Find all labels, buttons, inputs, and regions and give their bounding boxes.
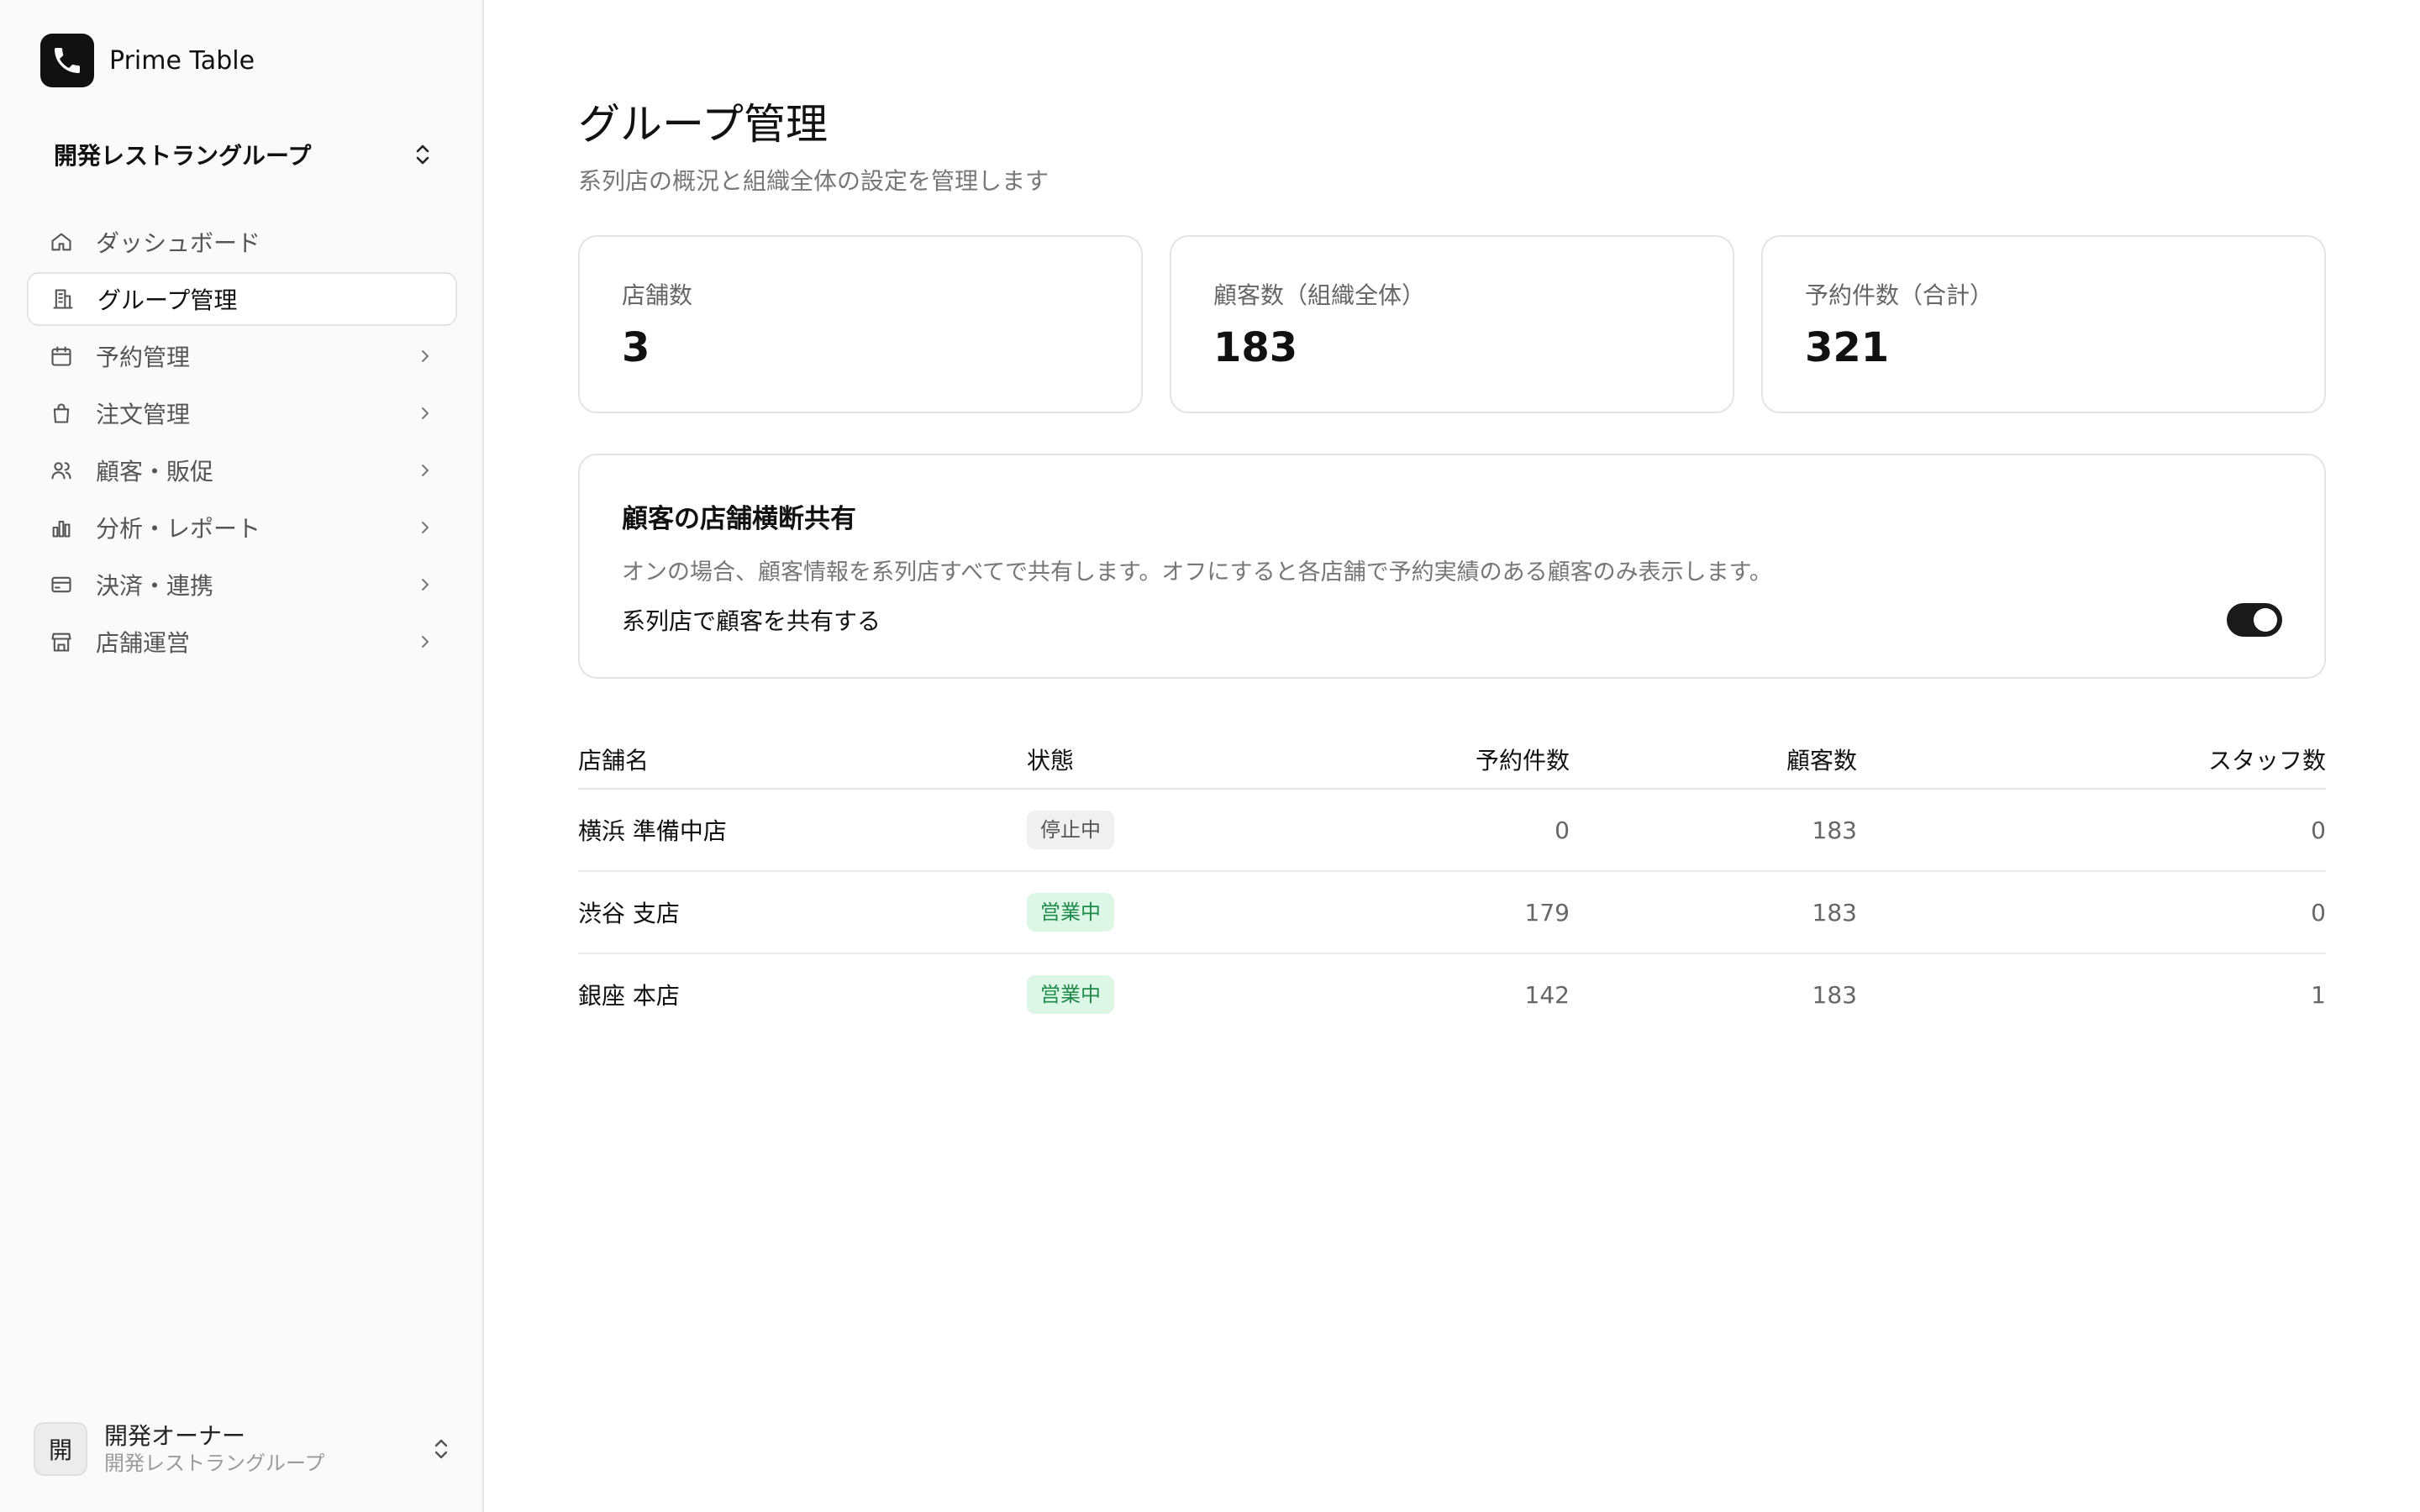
status-badge: 停止中 <box>1027 811 1114 849</box>
column-header-staff[interactable]: スタッフ数 <box>1857 743 2326 776</box>
chevron-right-icon <box>415 517 435 538</box>
brand-name: Prime Table <box>109 45 255 76</box>
sidebar-item-4[interactable]: 顧客・販促 <box>27 444 457 497</box>
chevron-right-icon <box>415 346 435 366</box>
store-icon <box>49 629 74 654</box>
chevrons-up-down-icon <box>410 138 435 171</box>
customer-sharing-toggle[interactable] <box>2227 603 2282 637</box>
customer-sharing-card: 顧客の店舗横断共有 オンの場合、顧客情報を系列店すべてで共有します。オフにすると… <box>578 454 2326 679</box>
sharing-title: 顧客の店舗横断共有 <box>622 504 856 534</box>
column-header-reservations[interactable]: 予約件数 <box>1329 743 1570 776</box>
main-content: グループ管理 系列店の概況と組織全体の設定を管理します 店舗数 3 顧客数（組織… <box>484 0 2420 1512</box>
table-row[interactable]: 渋谷 支店 営業中 179 183 0 <box>578 872 2326 954</box>
chevron-right-icon <box>415 460 435 480</box>
staff-cell: 1 <box>2311 980 2326 1009</box>
column-header-customers[interactable]: 顧客数 <box>1570 743 1857 776</box>
chevron-right-icon <box>415 575 435 595</box>
reservations-cell: 0 <box>1555 816 1570 844</box>
status-badge: 営業中 <box>1027 975 1114 1014</box>
customers-cell: 183 <box>1812 980 1857 1009</box>
sidebar-item-label: ダッシュボード <box>96 229 261 257</box>
column-header-status[interactable]: 状態 <box>1027 743 1329 776</box>
sidebar-item-label: 顧客・販促 <box>96 458 214 486</box>
sidebar-item-0[interactable]: ダッシュボード <box>27 215 457 269</box>
page-title: グループ管理 <box>578 100 828 149</box>
staff-cell: 0 <box>2311 898 2326 927</box>
table-row[interactable]: 横浜 準備中店 停止中 0 183 0 <box>578 790 2326 872</box>
user-menu[interactable]: 開 開発オーナー 開発レストラングループ <box>34 1420 454 1478</box>
stat-label: 顧客数（組織全体） <box>1213 281 1426 309</box>
sharing-row: 系列店で顧客を共有する <box>622 603 2282 637</box>
store-name-cell: 銀座 本店 <box>578 982 680 1010</box>
toggle-knob <box>2254 608 2277 632</box>
table-header: 店舗名 状態 予約件数 顧客数 スタッフ数 <box>578 731 2326 790</box>
user-info: 開発オーナー 開発レストラングループ <box>104 1422 429 1476</box>
shopping-bag-icon <box>49 401 74 426</box>
sidebar-item-label: 分析・レポート <box>96 515 261 543</box>
sidebar-nav: ダッシュボード グループ管理 予約管理注文管理顧客・販促分析・レポート 決済・連携店舗… <box>27 215 457 672</box>
user-org: 開発レストラングループ <box>104 1452 325 1475</box>
sidebar-item-label: グループ管理 <box>97 286 238 314</box>
sharing-toggle-label: 系列店で顧客を共有する <box>622 607 881 635</box>
sidebar: Prime Table 開発レストラングループ ダッシュボード グループ管理 予約管… <box>0 0 484 1512</box>
status-badge: 営業中 <box>1027 893 1114 932</box>
sidebar-item-label: 予約管理 <box>96 344 191 371</box>
status-cell: 停止中 <box>1027 811 1329 849</box>
sidebar-item-5[interactable]: 分析・レポート <box>27 501 457 554</box>
chevrons-up-down-icon <box>429 1432 454 1466</box>
bar-chart-icon <box>49 515 74 540</box>
customers-cell: 183 <box>1812 898 1857 927</box>
table-body: 横浜 準備中店 停止中 0 183 0 渋谷 支店 営業中 179 183 0 銀座 本店 営業中 14… <box>578 790 2326 1035</box>
home-icon <box>49 229 74 255</box>
phone-icon <box>40 34 94 87</box>
sidebar-item-6[interactable]: 決済・連携 <box>27 558 457 612</box>
reservations-cell: 142 <box>1524 980 1570 1009</box>
building-icon <box>50 286 76 312</box>
chevron-right-icon <box>415 403 435 423</box>
stat-value: 183 <box>1213 324 1298 371</box>
reservations-cell: 179 <box>1524 898 1570 927</box>
brand[interactable]: Prime Table <box>40 34 255 87</box>
page-subtitle: 系列店の概況と組織全体の設定を管理します <box>578 167 1050 195</box>
stat-label: 予約件数（合計） <box>1805 281 1994 309</box>
users-icon <box>49 458 74 483</box>
status-cell: 営業中 <box>1027 975 1329 1014</box>
user-name: 開発オーナー <box>104 1422 246 1450</box>
table-row[interactable]: 銀座 本店 営業中 142 183 1 <box>578 954 2326 1035</box>
sidebar-item-2[interactable]: 予約管理 <box>27 329 457 383</box>
chevron-right-icon <box>415 632 435 652</box>
stat-value: 3 <box>622 324 650 371</box>
store-name-cell: 渋谷 支店 <box>578 900 680 927</box>
stat-card-stores: 店舗数 3 <box>578 235 1143 413</box>
stat-card-reservations: 予約件数（合計） 321 <box>1761 235 2326 413</box>
stat-value: 321 <box>1805 324 1890 371</box>
sidebar-item-3[interactable]: 注文管理 <box>27 386 457 440</box>
org-switcher-label: 開発レストラングループ <box>54 142 312 170</box>
sidebar-item-label: 決済・連携 <box>96 572 214 600</box>
sidebar-item-7[interactable]: 店舗運営 <box>27 615 457 669</box>
stat-label: 店舗数 <box>622 281 693 309</box>
sharing-description: オンの場合、顧客情報を系列店すべてで共有します。オフにすると各店舗で予約実績のあ… <box>622 559 1772 585</box>
sidebar-item-1[interactable]: グループ管理 <box>27 272 457 326</box>
store-name-cell: 横浜 準備中店 <box>578 817 727 845</box>
org-switcher[interactable]: 開発レストラングループ <box>40 133 435 176</box>
credit-card-icon <box>49 572 74 597</box>
column-header-store-name[interactable]: 店舗名 <box>578 743 1027 776</box>
stores-table: 店舗名 状態 予約件数 顧客数 スタッフ数 横浜 準備中店 停止中 0 183 0 渋谷 … <box>578 731 2326 1035</box>
sidebar-item-label: 注文管理 <box>96 401 191 428</box>
calendar-icon <box>49 344 74 369</box>
stat-card-customers: 顧客数（組織全体） 183 <box>1170 235 1734 413</box>
app-root: Prime Table 開発レストラングループ ダッシュボード グループ管理 予約管… <box>0 0 2420 1512</box>
sidebar-item-label: 店舗運営 <box>96 629 191 657</box>
status-cell: 営業中 <box>1027 893 1329 932</box>
avatar: 開 <box>34 1422 87 1476</box>
customers-cell: 183 <box>1812 816 1857 844</box>
staff-cell: 0 <box>2311 816 2326 844</box>
